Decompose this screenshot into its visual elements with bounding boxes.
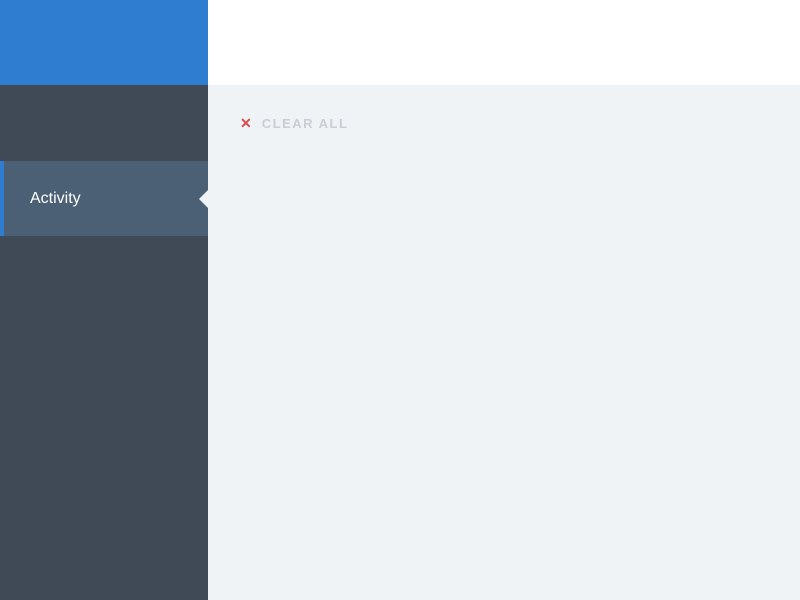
clear-all-label: CLEAR ALL: [262, 116, 349, 131]
main-area: ✕ CLEAR ALL: [208, 0, 800, 600]
sidebar-item-label: Activity: [30, 190, 81, 208]
sidebar-brand: [0, 0, 208, 85]
sidebar-spacer: [0, 85, 208, 161]
close-icon: ✕: [240, 116, 252, 130]
sidebar: Activity: [0, 0, 208, 600]
active-arrow-icon: [199, 189, 209, 209]
main-content: ✕ CLEAR ALL: [208, 85, 800, 600]
main-header: [208, 0, 800, 85]
app-root: Activity ✕ CLEAR ALL: [0, 0, 800, 600]
sidebar-item-activity[interactable]: Activity: [0, 161, 208, 236]
clear-all-button[interactable]: ✕ CLEAR ALL: [240, 116, 348, 131]
